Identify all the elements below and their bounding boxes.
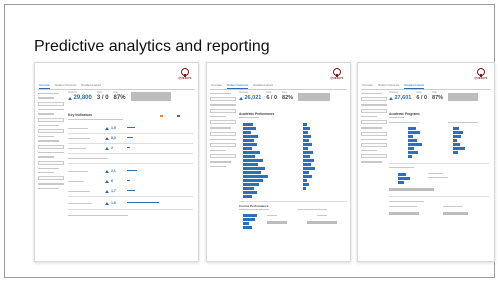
university-logo: QUEEN'S [329, 68, 345, 81]
legend-swatch [177, 115, 180, 117]
legend-swatch [160, 115, 163, 117]
filter-dropdown[interactable] [38, 117, 64, 122]
redacted-block [448, 93, 479, 101]
kpi-students: Students 29,800 [68, 92, 92, 101]
section-title: Academic Programs [389, 112, 420, 116]
trend-up-icon [105, 127, 109, 130]
filter-dropdown[interactable] [38, 128, 64, 133]
crest-icon [477, 68, 485, 77]
university-logo: QUEEN'S [473, 68, 489, 81]
section-title: Academic Performance [239, 112, 275, 116]
university-logo: QUEEN'S [177, 68, 193, 81]
redacted-block [298, 93, 331, 101]
filter-dropdown[interactable] [38, 176, 64, 181]
dashboard-screenshot-detailed: QUEEN'S Overview Student Outcomes Detail… [357, 62, 495, 262]
filter-sidebar [210, 93, 236, 255]
filter-dropdown[interactable] [38, 101, 64, 106]
tab-divider [38, 89, 195, 90]
crest-icon [181, 68, 189, 77]
slide-title: Predictive analytics and reporting [34, 38, 270, 55]
dashboard-screenshot-overview: QUEEN'S Overview Student Outcomes Detail… [34, 62, 199, 262]
filter-sidebar [361, 93, 387, 255]
kpi-ratio: Ratio 3 / 0 [96, 92, 109, 101]
crest-icon [333, 68, 341, 77]
trend-up-icon [68, 96, 72, 100]
section-title: Key Indicators [68, 113, 93, 117]
kpi-row: Students 26,021 Ratio 6 / 0 Rate 82% [239, 92, 331, 101]
dashboard-screenshot-outcomes: QUEEN'S Overview Student Outcomes Detail… [206, 62, 351, 262]
trend-up-icon [389, 96, 393, 100]
kpi-rate: Rate 87% [113, 92, 126, 101]
redacted-block [130, 92, 171, 101]
section-title: Course Performance [239, 204, 269, 208]
trend-up-icon [239, 96, 243, 100]
filter-dropdown[interactable] [38, 144, 64, 149]
filter-sidebar [38, 93, 64, 255]
filter-dropdown[interactable] [38, 160, 64, 165]
kpi-row: Students 29,800 Ratio 3 / 0 Rate 87% [68, 92, 171, 101]
kpi-row: Students 27,601 Ratio 6 / 0 Rate 87% [389, 92, 479, 101]
